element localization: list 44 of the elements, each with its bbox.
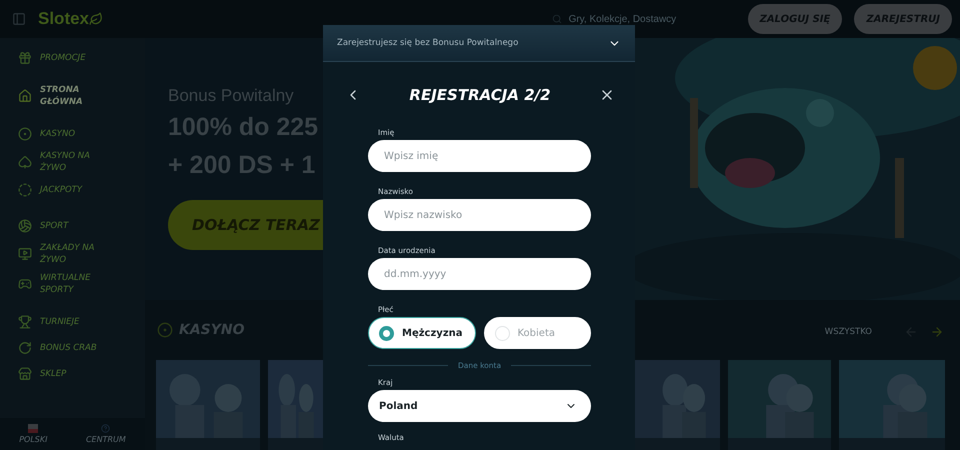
search-field[interactable]: Gry, Kolekcje, Dostawcy <box>566 12 717 26</box>
gender-option[interactable]: Kobieta <box>484 317 591 349</box>
sidebar-item[interactable]: KASYNO NA ŻYWO <box>18 150 145 174</box>
menu-icon <box>18 367 32 381</box>
menu-icon <box>18 155 32 169</box>
country-select[interactable]: Poland <box>368 390 591 422</box>
dialog-title: REJESTRACJA 2/2 <box>409 86 551 104</box>
sidebar-item[interactable]: PROMOCJE <box>18 48 145 68</box>
leaf-icon <box>89 12 104 26</box>
footer-link[interactable]: POLSKI <box>19 435 48 444</box>
sidebar-item[interactable]: SPORT <box>18 216 145 236</box>
search-icon <box>552 14 562 24</box>
sidebar-toggle-icon[interactable] <box>12 12 26 26</box>
flag-icon <box>28 424 38 433</box>
see-all-link[interactable]: WSZYSTKO <box>824 327 872 337</box>
bonus-banner[interactable]: Zarejestrujesz się bez Bonusu Powitalnego <box>323 25 635 62</box>
input-field[interactable]: dd.mm.yyyy <box>368 258 591 290</box>
help-icon <box>101 424 110 433</box>
sidebar-item[interactable]: JACKPOTY <box>18 180 145 200</box>
sidebar-item[interactable]: ZAKŁADY NA ŻYWO <box>18 242 145 266</box>
menu-icon <box>18 341 32 355</box>
sidebar-item[interactable]: TURNIEJE <box>18 312 145 332</box>
casino-icon <box>157 322 173 338</box>
gender-option[interactable]: Mężczyzna <box>368 317 476 349</box>
sidebar-item[interactable]: SKLEP <box>18 364 145 384</box>
sidebar-item[interactable]: WIRTUALNE SPORTY <box>18 272 145 296</box>
footer-link[interactable]: CENTRUM <box>86 435 126 444</box>
arrow-right-icon[interactable] <box>930 325 944 339</box>
sidebar-item[interactable]: BONUS CRAB <box>18 338 145 358</box>
menu-icon <box>18 183 32 197</box>
sidebar-item[interactable]: KASYNO <box>18 124 145 144</box>
menu-icon <box>18 247 32 261</box>
menu-icon <box>18 315 32 329</box>
menu-icon <box>18 277 32 291</box>
sidebar-item[interactable]: STRONA GŁÓWNA <box>18 84 145 108</box>
radio-icon <box>494 326 510 340</box>
menu-icon <box>18 127 32 141</box>
input-field[interactable]: Wpisz nazwisko <box>368 199 591 231</box>
radio-icon <box>379 326 394 340</box>
menu-icon <box>18 89 32 103</box>
input-field[interactable]: Wpisz imię <box>368 140 591 172</box>
menu-icon <box>18 219 32 233</box>
menu-icon <box>18 51 32 65</box>
logo[interactable]: Slotex <box>38 9 104 29</box>
